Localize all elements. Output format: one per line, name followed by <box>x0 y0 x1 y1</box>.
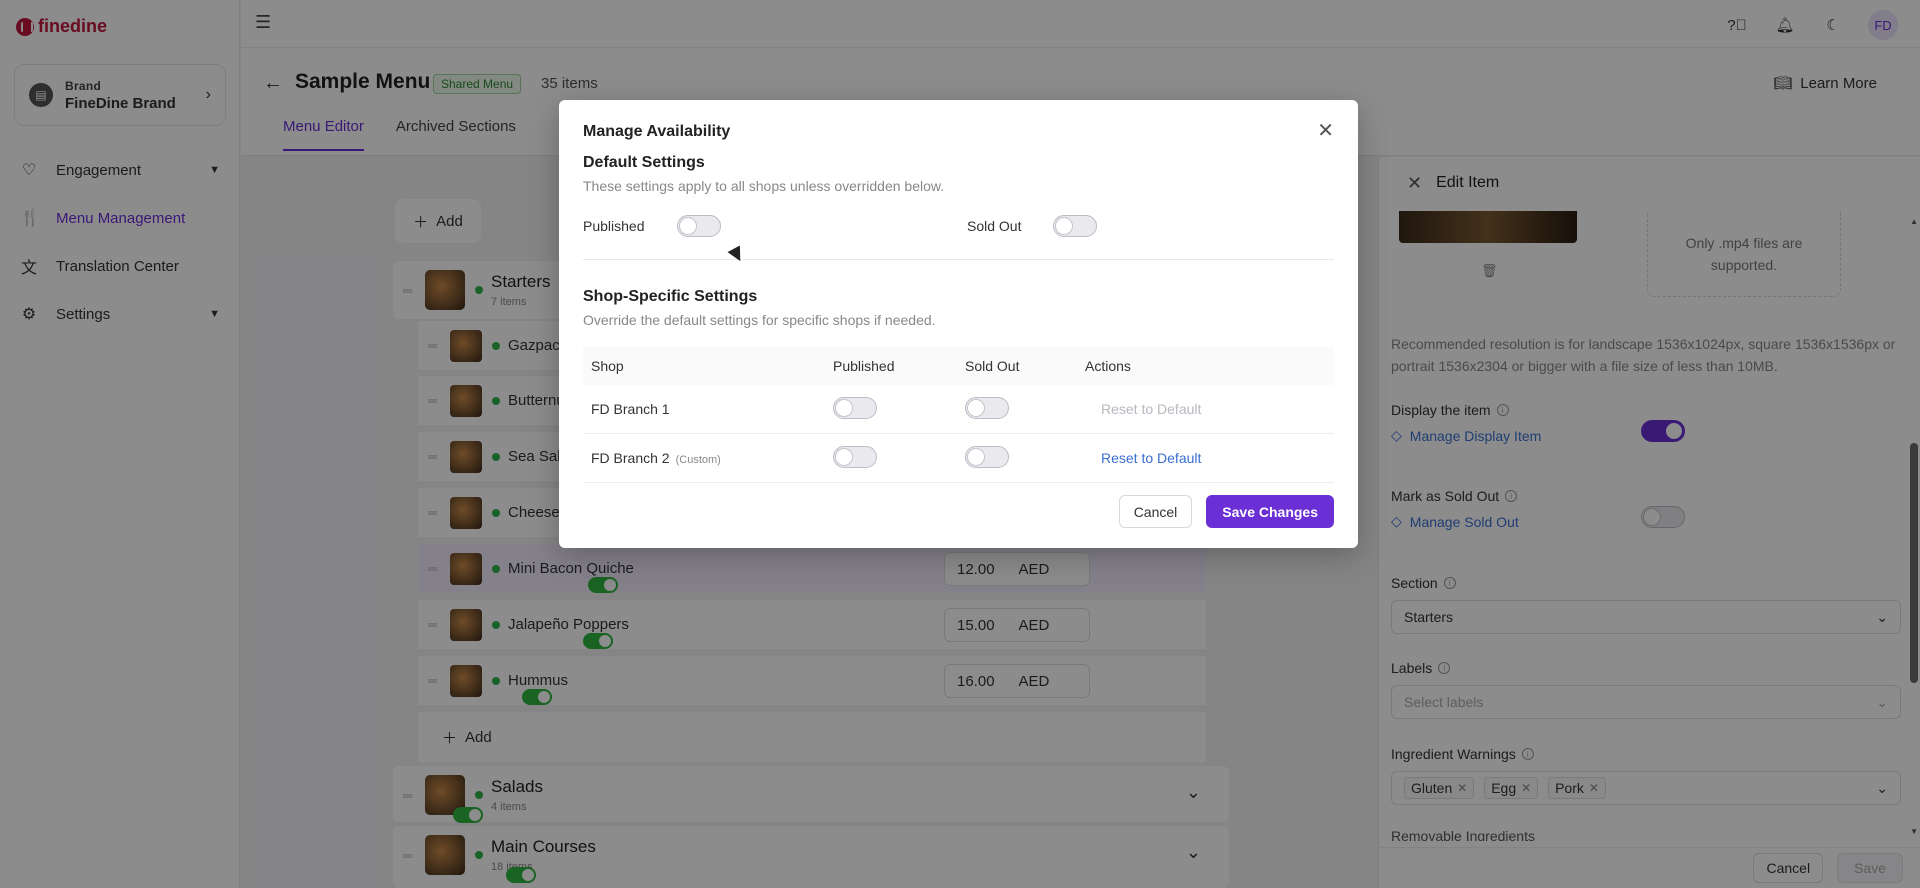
cancel-button[interactable]: Cancel <box>1118 495 1193 528</box>
save-changes-button[interactable]: Save Changes <box>1206 495 1334 528</box>
default-settings-heading: Default Settings <box>583 154 705 171</box>
default-sold-out-toggle[interactable] <box>1053 215 1098 237</box>
sold-out-label: Sold Out <box>967 218 1022 234</box>
table-row: FD Branch 2 (Custom) Reset to Default <box>583 434 1334 483</box>
reset-to-default-button: Reset to Default <box>1101 401 1202 417</box>
custom-tag: (Custom) <box>675 454 721 466</box>
column-header: Shop <box>591 358 624 374</box>
modal-footer: Cancel Save Changes <box>1118 495 1334 528</box>
published-cell <box>833 396 965 422</box>
shop-sold-out-toggle[interactable] <box>965 445 1009 468</box>
published-cell <box>833 445 965 471</box>
shop-published-toggle[interactable] <box>833 445 877 468</box>
shop-name-cell: FD Branch 2 (Custom) <box>583 450 833 466</box>
reset-to-default-button[interactable]: Reset to Default <box>1101 450 1201 466</box>
shop-settings-desc: Override the default settings for specif… <box>583 312 936 328</box>
divider <box>583 259 1334 260</box>
shop-sold-out-toggle[interactable] <box>965 396 1009 419</box>
default-published-field: Published <box>583 215 721 237</box>
close-icon[interactable]: ✕ <box>1317 118 1334 143</box>
published-label: Published <box>583 218 645 234</box>
actions-cell: Reset to Default <box>1085 450 1334 466</box>
table-header: Shop Published Sold Out Actions <box>583 347 1334 385</box>
modal-title: Manage Availability <box>583 123 731 140</box>
column-header: Actions <box>1085 358 1131 374</box>
default-settings-desc: These settings apply to all shops unless… <box>583 178 945 194</box>
shop-settings-heading: Shop-Specific Settings <box>583 288 758 305</box>
shop-name-cell: FD Branch 1 <box>583 401 833 417</box>
shop-name: FD Branch 2 <box>591 450 670 466</box>
default-sold-out-field: Sold Out <box>967 215 1098 237</box>
sold-out-cell <box>965 396 1085 422</box>
sold-out-cell <box>965 445 1085 471</box>
column-header: Sold Out <box>965 358 1020 374</box>
shop-name: FD Branch 1 <box>591 401 670 417</box>
shop-table: Shop Published Sold Out Actions FD Branc… <box>583 347 1334 483</box>
default-published-toggle[interactable] <box>676 215 721 237</box>
manage-availability-modal: Manage Availability ✕ Default Settings T… <box>559 100 1358 548</box>
table-row: FD Branch 1 Reset to Default <box>583 385 1334 434</box>
column-header: Published <box>833 358 895 374</box>
shop-published-toggle[interactable] <box>833 396 877 419</box>
actions-cell: Reset to Default <box>1085 401 1334 417</box>
